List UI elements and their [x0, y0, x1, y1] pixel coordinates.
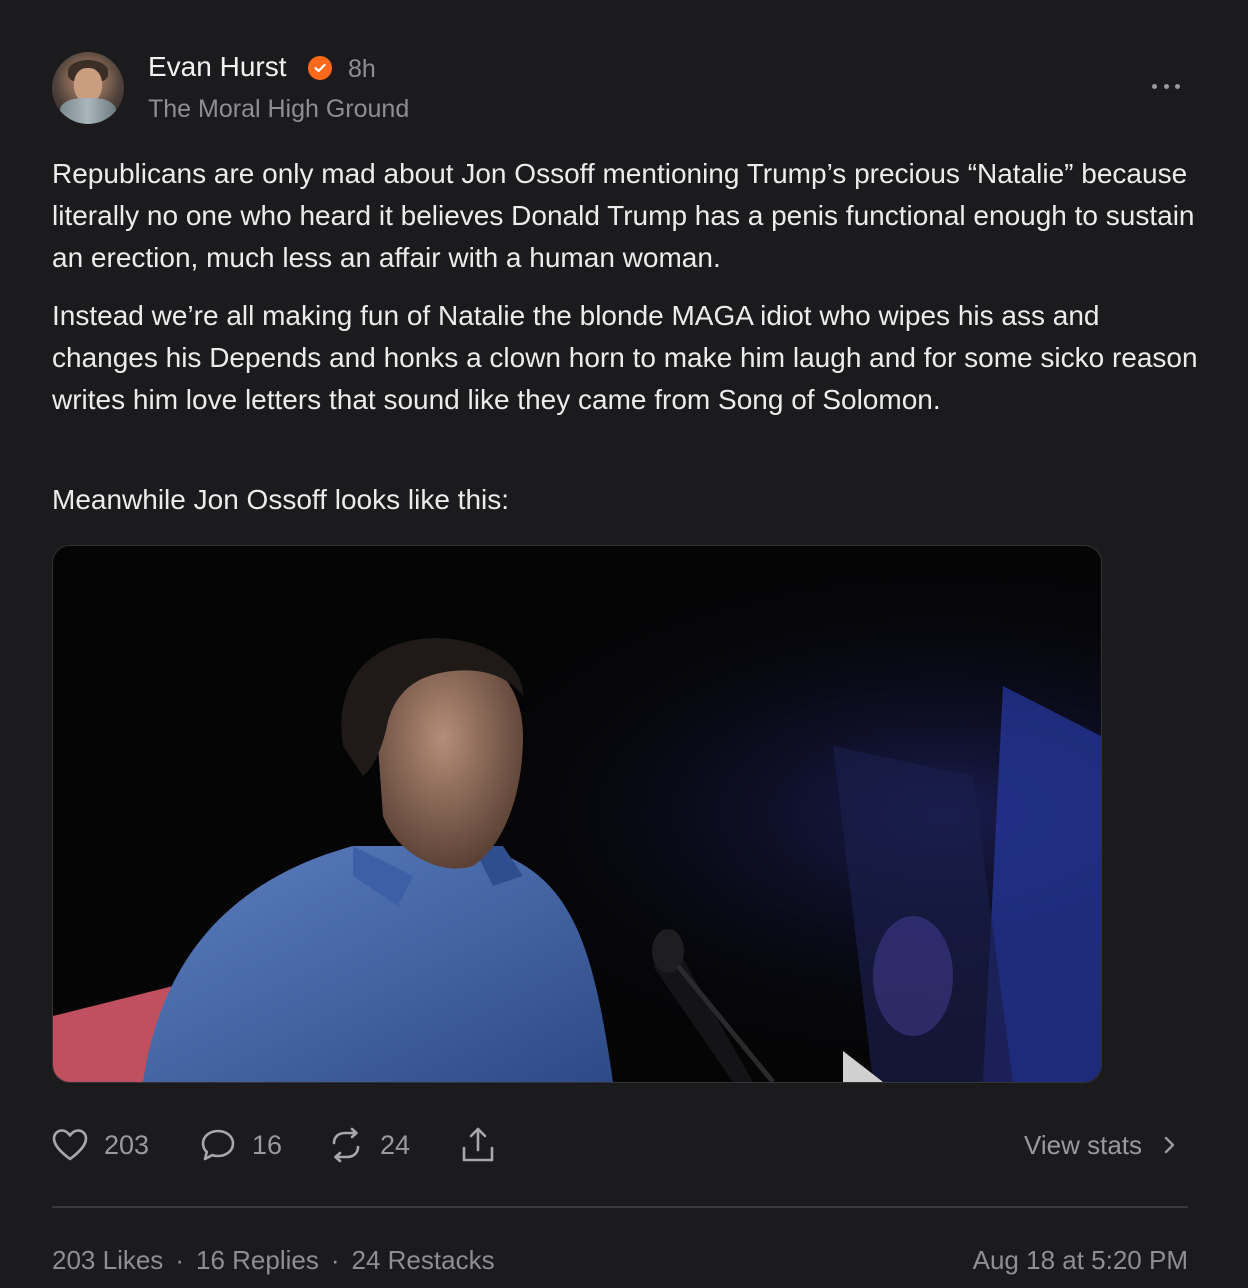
- restacks-summary[interactable]: 24 Restacks: [352, 1245, 495, 1275]
- restack-button[interactable]: 24: [328, 1122, 410, 1168]
- reply-count: 16: [252, 1129, 283, 1160]
- post-paragraph: Meanwhile Jon Ossoff looks like this:: [52, 484, 510, 515]
- chevron-right-icon: [1164, 1136, 1175, 1154]
- author-name[interactable]: Evan Hurst: [148, 50, 287, 84]
- action-bar: 203 16 24 View stats: [52, 1122, 1188, 1168]
- share-button[interactable]: [460, 1122, 496, 1168]
- author-avatar[interactable]: [52, 52, 124, 124]
- reply-button[interactable]: 16: [200, 1122, 282, 1168]
- replies-summary[interactable]: 16 Replies: [196, 1245, 319, 1275]
- restack-count: 24: [380, 1129, 411, 1160]
- like-count: 203: [104, 1129, 150, 1160]
- heart-icon: [52, 1129, 88, 1161]
- share-icon: [462, 1127, 494, 1162]
- likes-summary[interactable]: 203 Likes: [52, 1245, 163, 1275]
- separator: ·: [175, 1245, 184, 1275]
- separator: ·: [330, 1245, 340, 1275]
- view-stats-link[interactable]: View stats: [1024, 1122, 1184, 1168]
- post-paragraph: Republicans are only mad about Jon Ossof…: [52, 158, 1195, 273]
- post-time-ago[interactable]: 8h: [348, 53, 376, 85]
- comment-icon: [201, 1129, 235, 1161]
- post-paragraph: Instead we’re all making fun of Natalie …: [52, 300, 1198, 415]
- post-date: Aug 18 at 5:20 PM: [972, 1245, 1188, 1275]
- engagement-summary: 203 Likes · 16 Replies · 24 Restacks: [52, 1243, 495, 1277]
- view-stats-label: View stats: [1024, 1129, 1143, 1160]
- publication-name[interactable]: The Moral High Ground: [148, 93, 409, 125]
- post-card: Evan Hurst 8h The Moral High Ground Repu…: [0, 0, 1248, 1288]
- like-button[interactable]: 203: [52, 1122, 149, 1168]
- verified-badge-icon: [308, 56, 332, 80]
- restack-icon: [332, 1127, 360, 1163]
- more-options-icon[interactable]: [1152, 74, 1180, 98]
- divider: [52, 1206, 1188, 1208]
- post-image[interactable]: [52, 545, 1102, 1083]
